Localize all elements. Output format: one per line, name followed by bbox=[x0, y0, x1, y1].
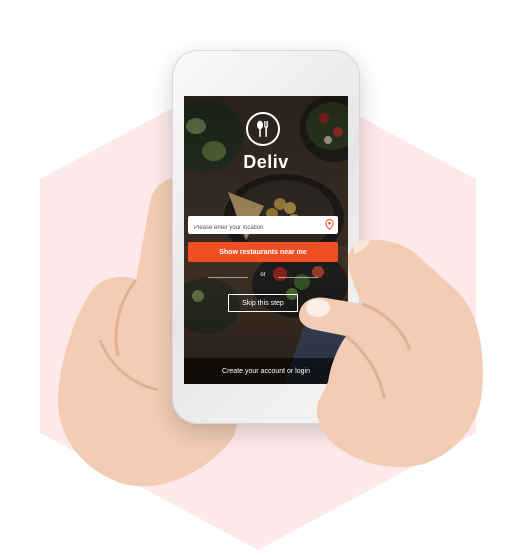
brand-name: Deliv bbox=[243, 152, 289, 172]
spoon-fork-icon bbox=[257, 120, 269, 137]
illustration-stage: Deliv Show restaurants near me or Skip t… bbox=[0, 0, 516, 556]
map-pin-icon[interactable] bbox=[325, 219, 334, 230]
logo-badge bbox=[246, 112, 280, 146]
right-hand bbox=[298, 239, 483, 468]
skip-step-button[interactable]: Skip this step bbox=[228, 294, 298, 312]
